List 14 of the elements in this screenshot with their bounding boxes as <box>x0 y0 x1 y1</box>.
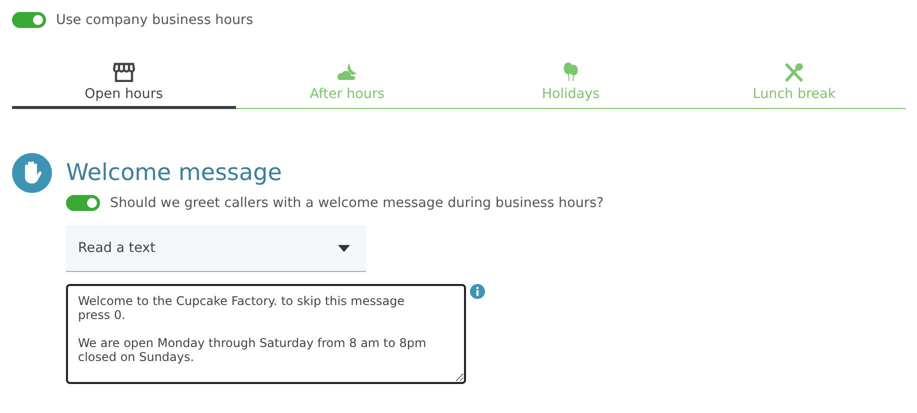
moon-cloud-icon <box>336 62 358 82</box>
tab[interactable]: Open hours <box>12 62 236 109</box>
section-title: Welcome message <box>66 160 282 186</box>
dropdown[interactable]: Read a text <box>66 225 366 272</box>
info-icon[interactable] <box>470 284 485 299</box>
caret-icon <box>338 244 350 252</box>
toggle-label: Should we greet callers with a welcome message during business hours? <box>110 195 604 211</box>
utensils-icon <box>783 62 806 82</box>
message-field[interactable]: Welcome to the Cupcake Factory. to skip this message press 0. We are open Monday through Saturday from 8 am to 8pm closed on Sundays. <box>66 284 466 384</box>
storefront-icon <box>112 62 135 82</box>
toggle-label: Use company business hours <box>56 12 254 28</box>
toggle-switch[interactable] <box>66 195 100 211</box>
waving-hand-icon <box>12 153 52 193</box>
toggle-switch[interactable] <box>12 12 46 28</box>
